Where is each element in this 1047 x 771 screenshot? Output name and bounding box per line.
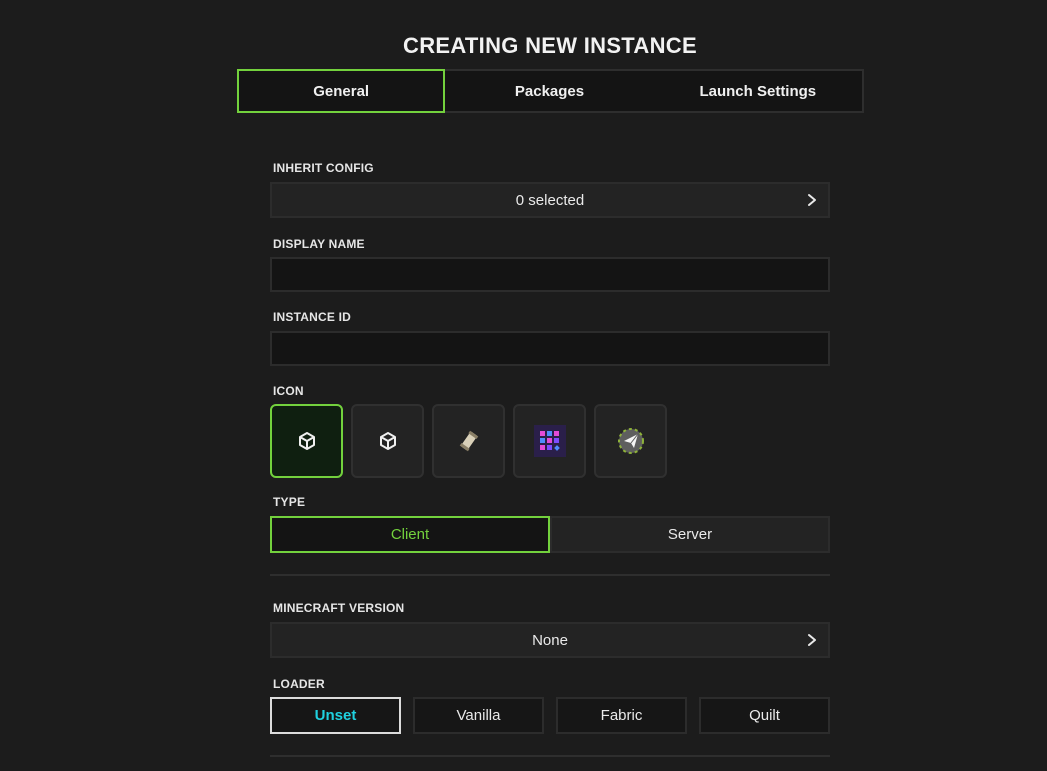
paper-plane-badge-icon <box>617 428 644 454</box>
cube-outline-icon <box>298 432 315 450</box>
loader-options: Unset Vanilla Fabric Quilt <box>270 697 830 734</box>
page-title: CREATING NEW INSTANCE <box>403 33 697 58</box>
type-label: TYPE <box>273 495 306 509</box>
icon-label: ICON <box>273 384 304 398</box>
type-toggle: Client Server <box>270 516 830 553</box>
icon-option-cube[interactable] <box>351 404 424 478</box>
scroll-icon <box>459 430 478 452</box>
icon-option-paper-plane[interactable] <box>594 404 667 478</box>
icon-option-pixel-grid[interactable] <box>513 404 586 478</box>
instance-id-label: INSTANCE ID <box>273 310 351 324</box>
loader-unset-button[interactable]: Unset <box>270 697 401 734</box>
section-divider <box>270 574 830 576</box>
section-divider <box>270 755 830 757</box>
loader-fabric-button[interactable]: Fabric <box>556 697 687 734</box>
tab-general[interactable]: General <box>237 69 446 113</box>
chevron-right-icon <box>808 194 816 206</box>
chevron-right-icon <box>808 634 816 646</box>
icon-option-cube-default[interactable] <box>270 404 343 478</box>
instance-id-input[interactable] <box>270 331 830 366</box>
display-name-input[interactable] <box>270 257 830 292</box>
loader-label: LOADER <box>273 677 325 691</box>
tab-launch-settings[interactable]: Launch Settings <box>654 71 862 111</box>
type-server-button[interactable]: Server <box>550 516 830 553</box>
inherit-config-selector[interactable]: 0 selected <box>270 182 830 218</box>
tab-packages[interactable]: Packages <box>445 71 653 111</box>
type-client-button[interactable]: Client <box>270 516 550 553</box>
inherit-config-value: 0 selected <box>515 191 585 209</box>
tab-bar: General Packages Launch Settings <box>237 69 864 113</box>
icon-option-scroll[interactable] <box>432 404 505 478</box>
minecraft-version-label: MINECRAFT VERSION <box>273 601 405 615</box>
icon-picker <box>270 404 667 478</box>
purple-pixel-grid-icon <box>533 425 566 457</box>
create-instance-page: CREATING NEW INSTANCE General Packages L… <box>0 0 1047 771</box>
minecraft-version-selector[interactable]: None <box>270 622 830 658</box>
loader-vanilla-button[interactable]: Vanilla <box>413 697 544 734</box>
cube-outline-icon <box>379 432 396 450</box>
loader-quilt-button[interactable]: Quilt <box>699 697 830 734</box>
display-name-label: DISPLAY NAME <box>273 237 365 251</box>
minecraft-version-value: None <box>532 631 568 649</box>
inherit-config-label: INHERIT CONFIG <box>273 161 374 175</box>
